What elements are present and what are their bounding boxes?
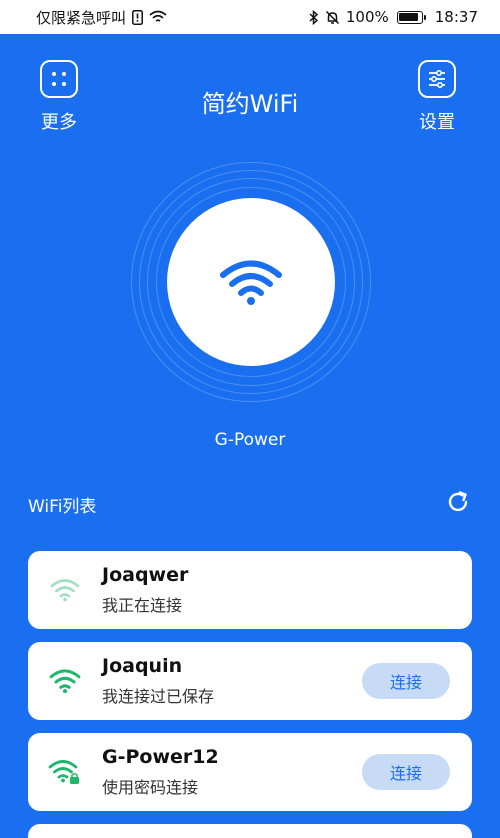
- wifi-status: 使用密码连接: [102, 778, 199, 797]
- connect-button[interactable]: 连接: [362, 754, 450, 790]
- sim-alert-icon: [132, 9, 143, 25]
- status-bar: 仅限紧急呼叫 100% 18:37: [0, 0, 500, 34]
- wifi-ssid: Joaquin: [102, 655, 183, 677]
- bluetooth-icon: [309, 9, 319, 25]
- connect-toggle-button[interactable]: [167, 198, 335, 366]
- wifi-list-item[interactable]: G-Power12 使用密码连接 连接: [28, 733, 472, 811]
- settings-button[interactable]: 设置: [418, 60, 456, 134]
- battery-percent: 100%: [345, 8, 389, 26]
- refresh-icon: [448, 491, 468, 512]
- status-right: 100% 18:37: [309, 8, 478, 26]
- wifi-list-item[interactable]: [28, 824, 472, 838]
- wifi-list-title: WiFi列表: [28, 497, 97, 517]
- wifi-status: 我正在连接: [102, 596, 183, 615]
- sliders-icon: [418, 60, 456, 98]
- wifi-list-item[interactable]: Joaquin 我连接过已保存 连接: [28, 642, 472, 720]
- wifi-signal-icon: [49, 669, 81, 694]
- connect-button[interactable]: 连接: [362, 663, 450, 699]
- wifi-icon: [220, 260, 282, 305]
- status-left: 仅限紧急呼叫: [36, 7, 167, 28]
- wifi-list-item[interactable]: Joaqwer 我正在连接: [28, 551, 472, 629]
- wifi-status: 我连接过已保存: [102, 687, 215, 706]
- battery-icon: [396, 10, 426, 24]
- mute-bell-icon: [325, 10, 340, 25]
- settings-label: 设置: [419, 112, 455, 133]
- wifi-signal-icon: [50, 579, 80, 602]
- carrier-text: 仅限紧急呼叫: [36, 8, 127, 27]
- wifi-status-icon: [149, 10, 167, 24]
- refresh-button[interactable]: [446, 490, 470, 514]
- wifi-ssid: Joaqwer: [102, 564, 189, 586]
- current-network-name: G-Power: [214, 430, 286, 450]
- wifi-locked-icon: [48, 760, 79, 784]
- clock: 18:37: [434, 8, 478, 26]
- wifi-ssid: G-Power12: [102, 746, 219, 768]
